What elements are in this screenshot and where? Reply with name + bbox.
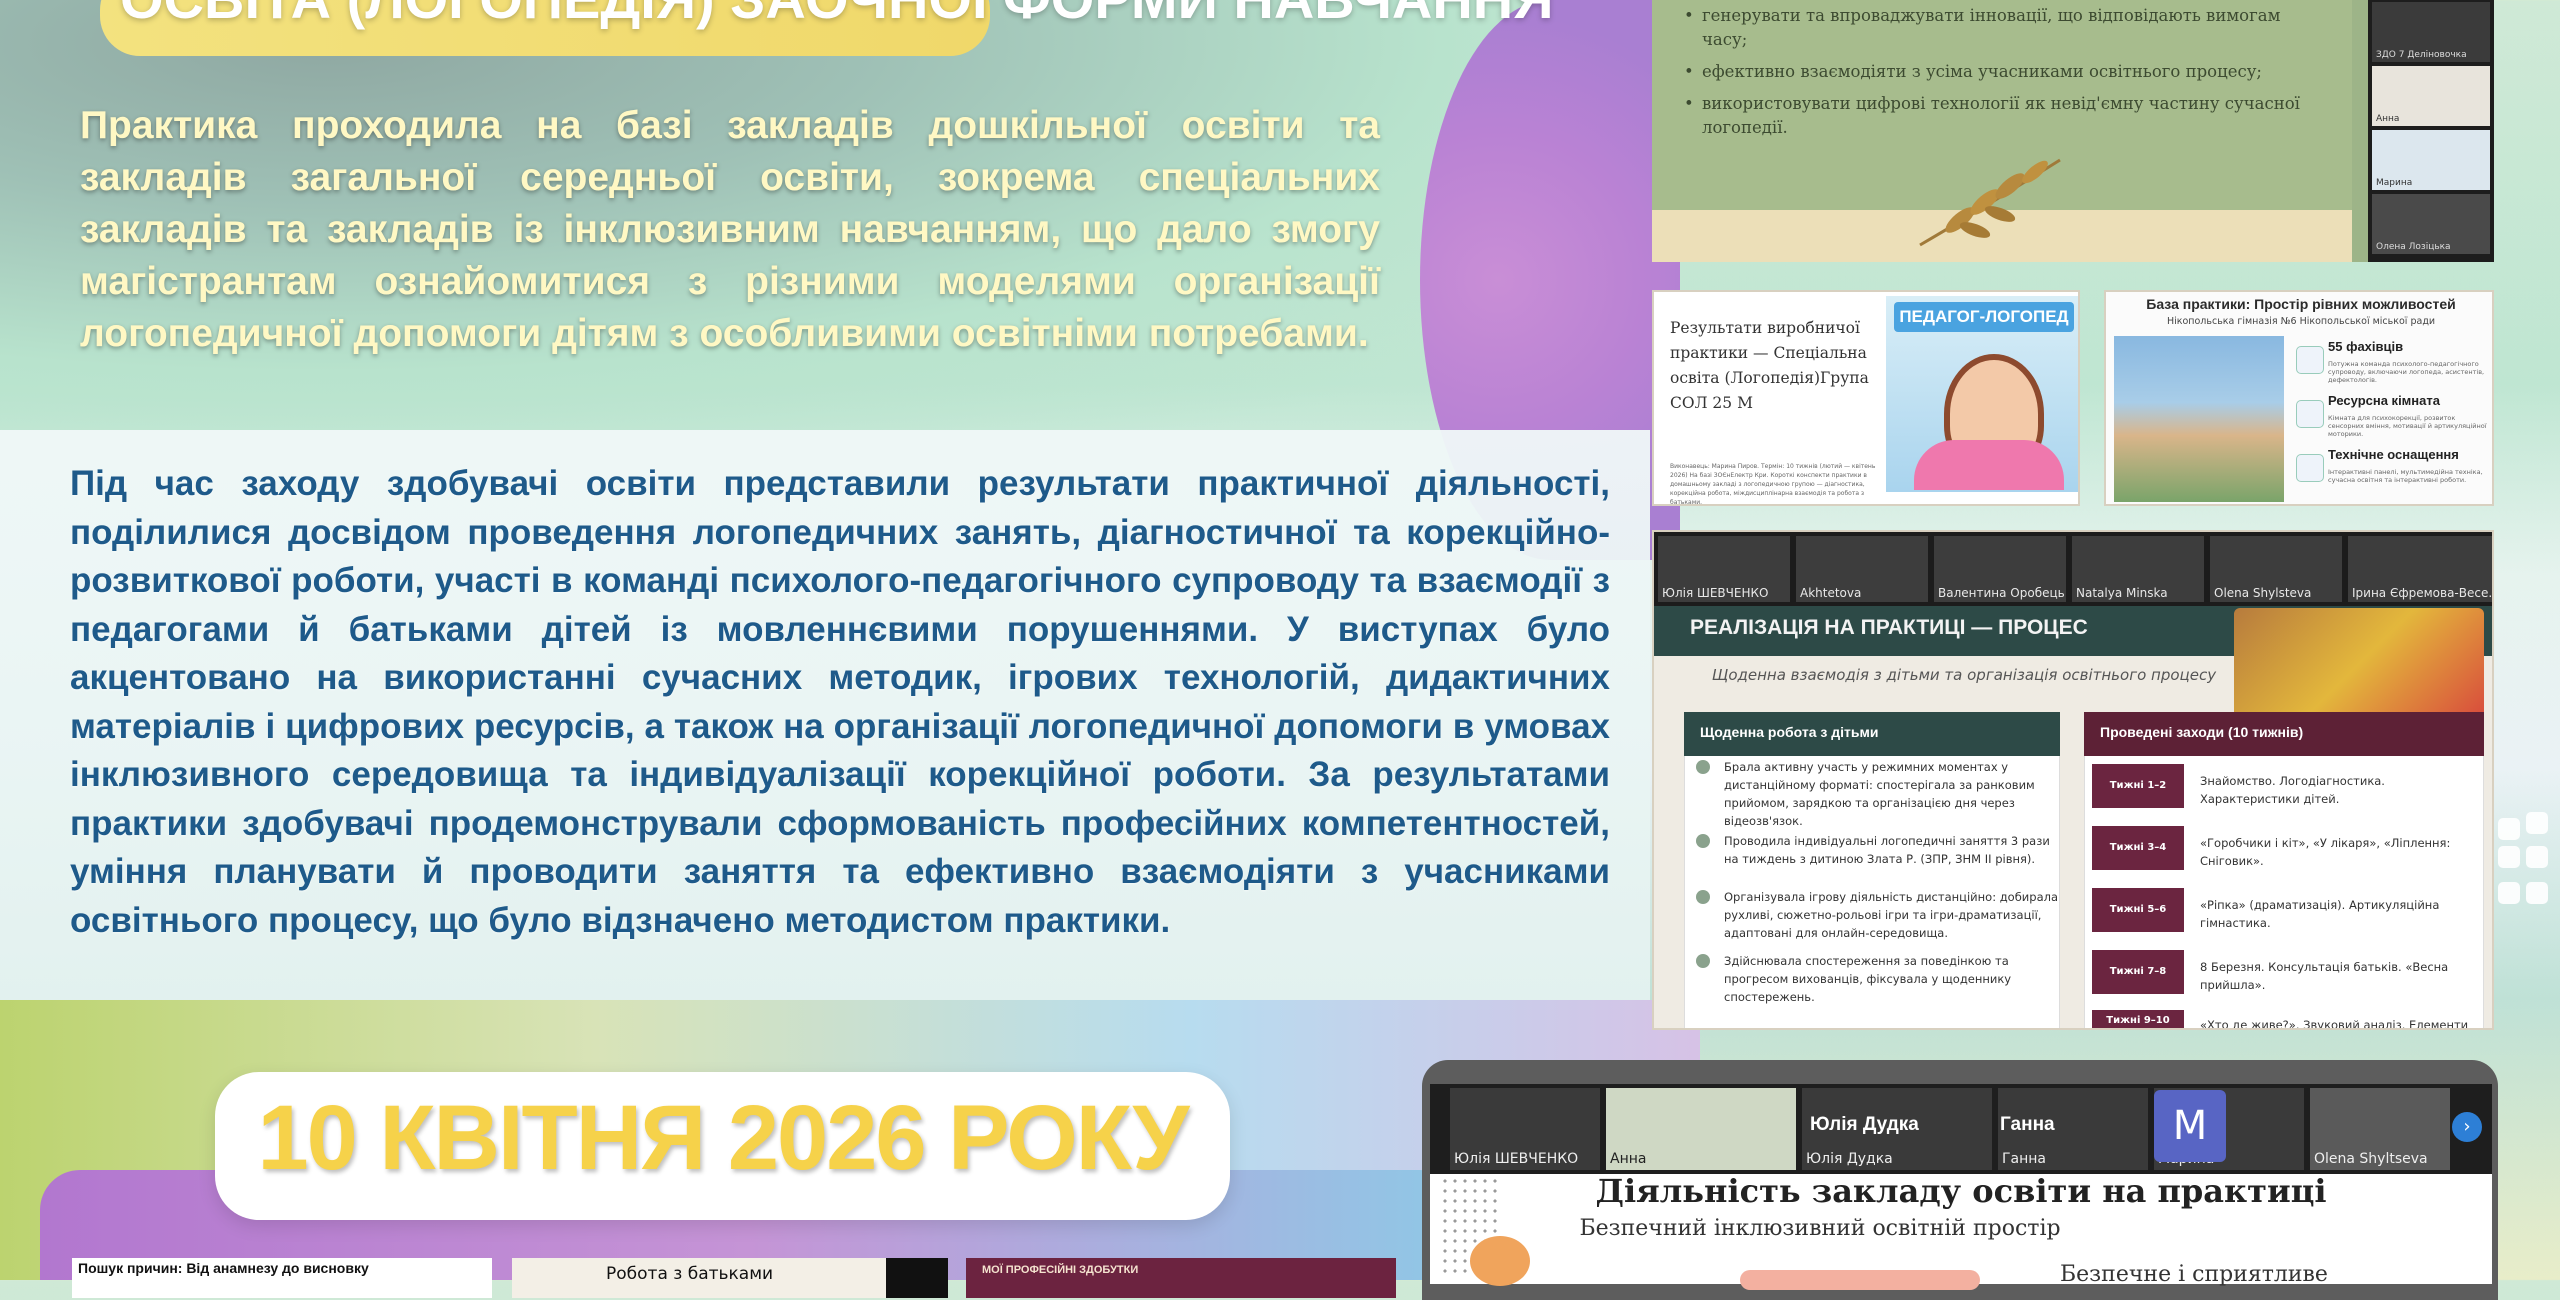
square-decor (2526, 812, 2548, 834)
infinity-icon (2296, 400, 2324, 428)
participant-tile[interactable]: Юлія ШЕВЧЕНКО (1658, 536, 1790, 602)
square-decor (2498, 818, 2520, 840)
speaker-name: Юлія Дудка (1810, 1114, 1919, 1135)
pink-decor (1740, 1270, 1980, 1290)
list-item: ефективно взаємодіяти з усіма учасниками… (1680, 60, 2330, 84)
slide-practice-base-title: База практики: Простір рівних можливосте… (2146, 296, 2456, 312)
slide-practice-base: База практики: Простір рівних можливосте… (2104, 290, 2494, 506)
daily-work-item: Здійснювала спостереження за поведінкою … (1694, 952, 2064, 1006)
practice-base-features: 55 фахівців Потужна команда психолого-пе… (2296, 340, 2492, 504)
monitor-icon (2296, 454, 2324, 482)
events-title: Проведені заходи (10 тижнів) (2100, 724, 2304, 740)
participant-tile[interactable]: Олена Лозіцька (2372, 194, 2490, 254)
mini-slide-causes-title: Пошук причин: Від анамнезу до висновку (78, 1260, 369, 1276)
participant-tile[interactable]: Ірина Єфремова-Весе... (2348, 536, 2492, 602)
participant-tile[interactable]: Natalya Minska (2072, 536, 2204, 602)
mini-slide-parents-title: Робота з батьками (606, 1264, 774, 1284)
participant-tile[interactable]: Анна (2372, 66, 2490, 126)
video-call-strip: Юлія ШЕВЧЕНКО Анна Юлія Дудка Ганна Мари… (1430, 1084, 2492, 1174)
process-subheading: Щоденна взаємодія з дітьми та організаці… (1711, 666, 2217, 684)
mini-slide-achievements-title: МОЇ ПРОФЕСІЙНІ ЗДОБУТКИ (982, 1264, 1139, 1276)
slide-practice-base-subtitle: Нікопольська гімназія №6 Нікопольської м… (2166, 316, 2436, 327)
competencies-list: генерувати та впроваджувати інновації, щ… (1680, 4, 2330, 148)
week-label: Тижні 9–10 (2092, 1010, 2184, 1028)
process-heading: РЕАЛІЗАЦІЯ НА ПРАКТИЦІ — ПРОЦЕС (1690, 616, 2088, 639)
main-paragraph: Під час заходу здобувачі освіти представ… (70, 464, 1610, 940)
week-text: «Ріпка» (драматизація). Артикуляційна гі… (2200, 898, 2440, 930)
participant-tile[interactable]: ЗДО 7 Деліновочка (2372, 2, 2490, 62)
children-photo (2234, 608, 2484, 720)
list-item: генерувати та впроваджувати інновації, щ… (1680, 4, 2330, 52)
video-call-strip: Юлія ШЕВЧЕНКО Akhtetova Валентина Оробец… (1654, 532, 2492, 606)
tablet-slide-text: Безпечне і сприятливе (2060, 1262, 2328, 1287)
list-item: використовувати цифрові технології як не… (1680, 92, 2330, 140)
slide-practice-results-title: Результати виробничої практики — Спеціал… (1670, 319, 1869, 412)
avatar[interactable]: M (2154, 1090, 2226, 1162)
page-title: ОСВІТА (ЛОГОПЕДІЯ) ЗАОЧНОЇ ФОРМИ НАВЧАНН… (120, 0, 1590, 31)
square-decor (2498, 846, 2520, 868)
week-text: «Хто де живе?». Звуковий аналіз. Елемент… (2200, 1018, 2469, 1030)
participant-tile[interactable]: Akhtetova (1796, 536, 1928, 602)
tablet-slide-subtitle: Безпечний інклюзивний освітній простір (1579, 1216, 2061, 1241)
week-label: Тижні 7–8 (2092, 950, 2184, 994)
team-icon (2296, 346, 2324, 374)
intro-paragraph: Практика проходила на базі закладів дошк… (80, 104, 1380, 355)
week-text: 8 Березня. Консультація батьків. «Весна … (2200, 960, 2449, 992)
square-decor (2498, 882, 2520, 904)
leaf-icon (1919, 158, 2061, 247)
event-date: 10 КВІТНЯ 2026 РОКУ (257, 1087, 1190, 1189)
chevron-right-icon[interactable]: › (2452, 1112, 2482, 1142)
square-decor (2526, 846, 2548, 868)
feature-row: Технічне оснащення Інтерактивні панелі, … (2296, 448, 2492, 504)
participant-tile[interactable]: Анна (1606, 1088, 1796, 1170)
daily-work-title: Щоденна робота з дітьми (1700, 724, 1879, 740)
square-decor (2526, 882, 2548, 904)
speaker-name: Ганна (2000, 1114, 2055, 1135)
slide-practice-process: Юлія ШЕВЧЕНКО Akhtetova Валентина Оробец… (1652, 530, 2494, 1030)
tablet-slide-title: Діяльність закладу освіти на практиці (1595, 1172, 2327, 1210)
slide-practice-results-details: Виконавець: Марина Пиров. Термін: 10 тиж… (1670, 463, 1876, 506)
school-building-photo (2114, 336, 2284, 502)
participant-tile[interactable]: Валентина Оробець (1934, 536, 2066, 602)
participant-tile[interactable]: Olena Shylsteva (2210, 536, 2342, 602)
feature-row: Ресурсна кімната Кімната для психокорекц… (2296, 394, 2492, 450)
week-label: Тижні 5–6 (2092, 888, 2184, 932)
daily-work-item: Брала активну участь у режимних моментах… (1694, 758, 2064, 830)
participant-tile[interactable]: Марина (2372, 130, 2490, 190)
video-call-sidebar: ЗДО 7 Деліновочка Анна Марина Олена Лозі… (2368, 0, 2494, 262)
week-text: «Горобчики і кіт», «У лікаря», «Ліплення… (2200, 836, 2451, 868)
feature-row: 55 фахівців Потужна команда психолого-пе… (2296, 340, 2492, 396)
daily-work-item: Проводила індивідуальні логопедичні заня… (1694, 832, 2064, 868)
mini-slide-dark-block (886, 1258, 948, 1298)
week-label: Тижні 1–2 (2092, 764, 2184, 808)
daily-work-item: Організувала ігрову діяльність дистанцій… (1694, 888, 2064, 942)
participant-tile[interactable]: Юлія ШЕВЧЕНКО (1450, 1088, 1600, 1170)
portrait-sweater (1914, 440, 2064, 490)
orange-decor (1470, 1236, 1530, 1286)
week-label: Тижні 3–4 (2092, 826, 2184, 870)
speech-therapist-label: ПЕДАГОГ-ЛОГОПЕД (1894, 302, 2074, 332)
participant-tile[interactable]: Olena Shyltseva (2310, 1088, 2450, 1170)
week-text: Знайомство. Логодіагностика. Характерист… (2200, 774, 2385, 806)
